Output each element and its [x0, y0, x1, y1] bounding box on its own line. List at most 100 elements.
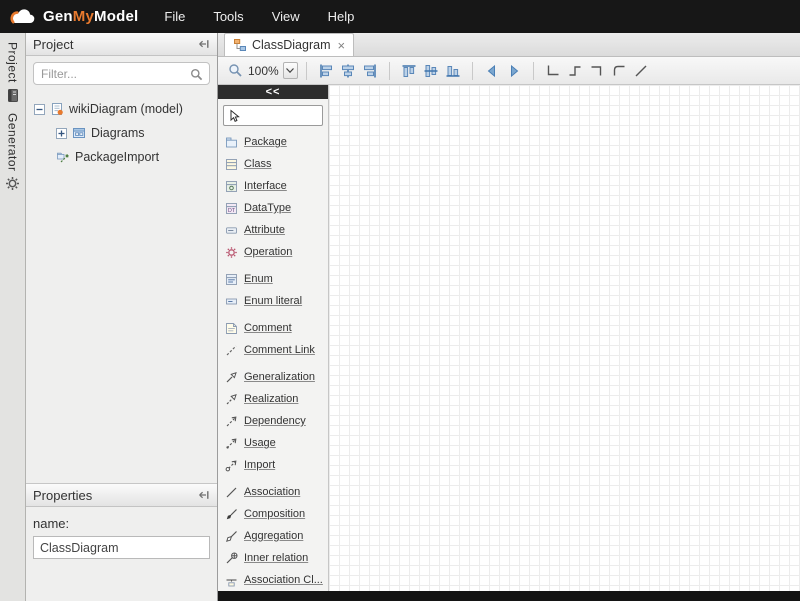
tree-item-label: wikiDiagram (model) [69, 102, 183, 116]
expand-toggle-icon[interactable] [56, 128, 67, 139]
palette-item-composition[interactable]: Composition [218, 503, 328, 525]
palette-item-interface[interactable]: Interface [218, 175, 328, 197]
collapse-toggle-icon[interactable] [34, 104, 45, 115]
model-icon [50, 102, 64, 116]
rail-tab-generator[interactable]: Generator [5, 110, 20, 199]
palette-item-usage[interactable]: Usage [218, 432, 328, 454]
align-right-icon [362, 63, 378, 79]
align-middle-button[interactable] [421, 61, 441, 81]
route-rounded-button[interactable] [609, 61, 629, 81]
project-panel: Project wikiDiagram (model)DiagramsPacka… [26, 33, 217, 483]
palette-item-label: Association Cl... [244, 574, 323, 586]
menubar: FileToolsViewHelp [150, 0, 368, 33]
align-top-button[interactable] [399, 61, 419, 81]
palette-item-label: Usage [244, 437, 276, 449]
palette-item-inner-relation[interactable]: Inner relation [218, 547, 328, 569]
route-step-button[interactable] [565, 61, 585, 81]
tree-item-wikidiagram-model[interactable]: wikiDiagram (model) [26, 97, 217, 121]
filter-input[interactable] [33, 62, 210, 85]
attribute-icon [225, 224, 238, 237]
palette-item-attribute[interactable]: Attribute [218, 219, 328, 241]
palette-item-label: Inner relation [244, 552, 308, 564]
menu-help[interactable]: Help [314, 0, 369, 33]
palette-items: PackageClassInterfaceDTDataTypeAttribute… [218, 126, 328, 591]
palette-item-label: Comment Link [244, 344, 315, 356]
align-bottom-button[interactable] [443, 61, 463, 81]
name-field-input[interactable] [33, 536, 210, 559]
palette-item-generalization[interactable]: Generalization [218, 366, 328, 388]
rail-tab-label: Project [6, 42, 20, 83]
palette-item-association[interactable]: Association [218, 481, 328, 503]
tab-label: ClassDiagram [252, 38, 331, 52]
palette-item-operation[interactable]: Operation [218, 241, 328, 263]
align-center-button[interactable] [338, 61, 358, 81]
align-right-button[interactable] [360, 61, 380, 81]
body-row: Project Generator Project wikiDiagram (mo… [0, 33, 800, 601]
rail-tab-label: Generator [6, 113, 20, 172]
palette-collapse-button[interactable]: << [218, 85, 328, 99]
menu-file[interactable]: File [150, 0, 199, 33]
tree-item-diagrams[interactable]: Diagrams [26, 121, 217, 145]
bottom-bar [218, 591, 800, 601]
palette-item-label: Aggregation [244, 530, 303, 542]
app-logo[interactable]: GenMyModel [0, 7, 138, 27]
palette-item-realization[interactable]: Realization [218, 388, 328, 410]
palette-item-label: Import [244, 459, 275, 471]
inner-relation-icon [225, 552, 238, 565]
palette-item-package[interactable]: Package [218, 131, 328, 153]
composition-icon [225, 508, 238, 521]
collapse-left-icon[interactable] [198, 38, 210, 50]
left-panels: Project wikiDiagram (model)DiagramsPacka… [26, 33, 218, 601]
palette-item-datatype[interactable]: DTDataType [218, 197, 328, 219]
palette-item-enum-literal[interactable]: Enum literal [218, 290, 328, 312]
usage-icon [225, 437, 238, 450]
project-tree: wikiDiagram (model) DiagramsPackageImport [26, 89, 217, 483]
palette-item-enum[interactable]: Enum [218, 268, 328, 290]
nav-forward-button[interactable] [504, 61, 524, 81]
align-left-button[interactable] [316, 61, 336, 81]
palette-group: Comment Comment Link [218, 317, 328, 361]
route-rectilinear-button[interactable] [543, 61, 563, 81]
palette-item-import[interactable]: Import [218, 454, 328, 476]
palette-item-comment[interactable]: Comment [218, 317, 328, 339]
nav-back-button[interactable] [482, 61, 502, 81]
palette-item-comment-link[interactable]: Comment Link [218, 339, 328, 361]
palette-item-label: Enum [244, 273, 273, 285]
align-bottom-icon [445, 63, 461, 79]
palette-item-label: Generalization [244, 371, 315, 383]
tab-classdiagram[interactable]: ClassDiagram × [224, 33, 354, 56]
datatype-icon: DT [225, 202, 238, 215]
palette-item-dependency[interactable]: Dependency [218, 410, 328, 432]
diagram-tab-icon [233, 38, 247, 52]
collapse-left-icon[interactable] [198, 489, 210, 501]
association-icon [225, 486, 238, 499]
nav-back-icon [484, 63, 500, 79]
align-left-icon [318, 63, 334, 79]
close-tab-icon[interactable]: × [338, 39, 346, 52]
svg-text:DT: DT [228, 208, 236, 214]
palette-item-association-cl[interactable]: Association Cl... [218, 569, 328, 591]
package-import-icon [56, 150, 70, 164]
route-corner-button[interactable] [587, 61, 607, 81]
diagram-canvas[interactable] [329, 85, 800, 591]
editor-tabbar: ClassDiagram × [218, 33, 800, 57]
palette-item-aggregation[interactable]: Aggregation [218, 525, 328, 547]
rail-tab-project[interactable]: Project [6, 39, 20, 110]
menu-view[interactable]: View [258, 0, 314, 33]
tree-item-packageimport[interactable]: PackageImport [26, 145, 217, 169]
properties-body: name: [26, 507, 217, 559]
menu-tools[interactable]: Tools [199, 0, 257, 33]
comment-icon [225, 322, 238, 335]
aggregation-icon [225, 530, 238, 543]
palette-item-label: Dependency [244, 415, 306, 427]
realization-icon [225, 393, 238, 406]
palette-item-label: Association [244, 486, 300, 498]
route-oblique-button[interactable] [631, 61, 651, 81]
zoom-dropdown-button[interactable] [283, 62, 298, 79]
chevron-down-icon [286, 68, 294, 73]
side-rail: Project Generator [0, 33, 26, 601]
palette-item-class[interactable]: Class [218, 153, 328, 175]
palette-group: Generalization Realization Dependency Usage… [218, 366, 328, 476]
selection-tool[interactable] [223, 105, 323, 126]
editor-area: ClassDiagram × 100% << [218, 33, 800, 601]
